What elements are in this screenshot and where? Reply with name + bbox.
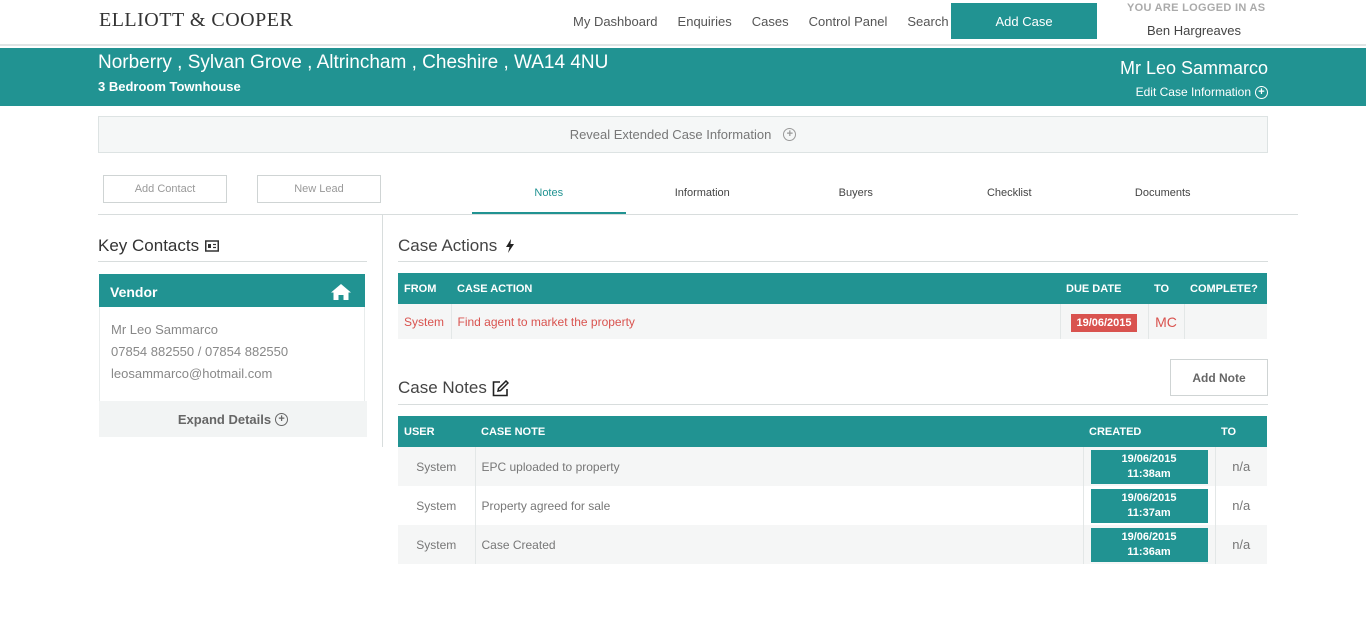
brand-logo[interactable]: ELLIOTT & COOPER bbox=[99, 9, 293, 32]
created-time: 11:36am bbox=[1127, 545, 1171, 558]
col-from: FROM bbox=[398, 273, 451, 304]
add-contact-button[interactable]: Add Contact bbox=[103, 175, 227, 203]
tab-information[interactable]: Information bbox=[626, 176, 780, 214]
note-user: System bbox=[398, 447, 476, 486]
action-to: MC bbox=[1148, 304, 1185, 339]
col-created: CREATED bbox=[1083, 416, 1215, 447]
top-navbar: ELLIOTT & COOPER My Dashboard Enquiries … bbox=[0, 0, 1366, 46]
logged-in-label: YOU ARE LOGGED IN AS bbox=[1127, 2, 1266, 14]
table-row[interactable]: System Case Created 19/06/2015 11:36am n/… bbox=[398, 525, 1267, 564]
nav-search[interactable]: Search bbox=[907, 14, 948, 29]
action-text[interactable]: Find agent to market the property bbox=[451, 304, 1061, 339]
case-notes-table: USER CASE NOTE CREATED TO System EPC upl… bbox=[398, 416, 1267, 564]
note-user: System bbox=[398, 486, 476, 525]
note-created-cell: 19/06/2015 11:36am bbox=[1083, 525, 1216, 564]
table-row[interactable]: System Find agent to market the property… bbox=[398, 304, 1267, 339]
vendor-phone: 07854 882550 / 07854 882550 bbox=[111, 344, 289, 359]
case-actions-divider bbox=[398, 261, 1268, 262]
add-case-button[interactable]: Add Case bbox=[951, 3, 1097, 39]
note-text: Case Created bbox=[475, 525, 1084, 564]
note-to: n/a bbox=[1232, 498, 1251, 513]
table-row[interactable]: System Property agreed for sale 19/06/20… bbox=[398, 486, 1267, 525]
note-to: n/a bbox=[1215, 447, 1267, 486]
reveal-extended-info[interactable]: Reveal Extended Case Information + bbox=[98, 116, 1268, 153]
vendor-name: Mr Leo Sammarco bbox=[111, 322, 218, 337]
note-text: EPC uploaded to property bbox=[475, 447, 1084, 486]
nav-enquiries[interactable]: Enquiries bbox=[678, 14, 732, 29]
vendor-label: Vendor bbox=[110, 284, 158, 300]
case-header: Norberry , Sylvan Grove , Altrincham , C… bbox=[0, 48, 1366, 106]
home-icon bbox=[331, 284, 351, 300]
case-actions-title: Case Actions bbox=[398, 236, 498, 255]
plus-circle-icon: + bbox=[1255, 85, 1268, 99]
created-time: 11:37am bbox=[1127, 506, 1171, 519]
col-to: TO bbox=[1148, 273, 1184, 304]
tab-notes[interactable]: Notes bbox=[472, 176, 626, 214]
logged-in-user[interactable]: Ben Hargreaves bbox=[1147, 23, 1241, 38]
property-type: 3 Bedroom Townhouse bbox=[98, 79, 241, 94]
created-badge: 19/06/2015 11:36am bbox=[1090, 527, 1208, 562]
note-created-cell: 19/06/2015 11:38am bbox=[1083, 447, 1216, 486]
col-user: USER bbox=[398, 416, 475, 447]
expand-details-button[interactable]: Expand Details + bbox=[99, 401, 367, 437]
key-contacts-title: Key Contacts bbox=[98, 236, 200, 255]
created-time: 11:38am bbox=[1127, 467, 1171, 480]
table-row[interactable]: System EPC uploaded to property 19/06/20… bbox=[398, 447, 1267, 486]
edit-case-info-link[interactable]: Edit Case Information + bbox=[1136, 85, 1268, 99]
col-complete: COMPLETE? bbox=[1184, 273, 1267, 304]
case-tabs: Notes Information Buyers Checklist Docum… bbox=[472, 176, 1240, 214]
action-due-cell: 19/06/2015 bbox=[1060, 304, 1149, 339]
col-case-action: CASE ACTION bbox=[451, 273, 1060, 304]
col-case-note: CASE NOTE bbox=[475, 416, 1083, 447]
plus-circle-icon: + bbox=[783, 128, 797, 141]
edit-icon bbox=[492, 379, 509, 396]
created-badge: 19/06/2015 11:38am bbox=[1090, 449, 1208, 484]
case-notes-header-row: USER CASE NOTE CREATED TO bbox=[398, 416, 1267, 447]
column-divider bbox=[382, 215, 383, 447]
lightning-icon bbox=[506, 239, 515, 253]
case-notes-title: Case Notes bbox=[398, 378, 487, 397]
col-note-to: TO bbox=[1215, 416, 1267, 447]
created-date: 19/06/2015 bbox=[1121, 530, 1177, 543]
vendor-card-body: Mr Leo Sammarco 07854 882550 / 07854 882… bbox=[99, 307, 365, 401]
edit-case-info-label: Edit Case Information bbox=[1135, 85, 1251, 99]
key-contacts-heading: Key Contacts bbox=[98, 236, 220, 256]
case-address: Norberry , Sylvan Grove , Altrincham , C… bbox=[98, 52, 609, 73]
contact-card-icon bbox=[205, 240, 220, 252]
vendor-card-header: Vendor bbox=[99, 274, 365, 307]
tab-checklist[interactable]: Checklist bbox=[933, 176, 1087, 214]
due-date-badge: 19/06/2015 bbox=[1071, 313, 1137, 332]
nav-my-dashboard[interactable]: My Dashboard bbox=[573, 14, 658, 29]
reveal-label: Reveal Extended Case Information bbox=[569, 127, 772, 142]
created-badge: 19/06/2015 11:37am bbox=[1090, 488, 1208, 523]
add-note-button[interactable]: Add Note bbox=[1170, 359, 1268, 396]
key-contacts-divider bbox=[98, 261, 367, 262]
case-notes-divider bbox=[398, 404, 1268, 405]
client-name: Mr Leo Sammarco bbox=[1119, 58, 1268, 78]
case-notes-heading: Case Notes bbox=[398, 378, 509, 398]
new-lead-button[interactable]: New Lead bbox=[257, 175, 381, 203]
note-text: Property agreed for sale bbox=[475, 486, 1084, 525]
main-nav: My Dashboard Enquiries Cases Control Pan… bbox=[573, 14, 969, 29]
action-complete-cell[interactable] bbox=[1184, 304, 1267, 339]
vendor-email[interactable]: leosammarco@hotmail.com bbox=[111, 366, 364, 381]
tab-divider bbox=[98, 214, 1298, 215]
nav-control-panel[interactable]: Control Panel bbox=[809, 14, 888, 29]
tab-documents[interactable]: Documents bbox=[1086, 176, 1240, 214]
case-actions-header-row: FROM CASE ACTION DUE DATE TO COMPLETE? bbox=[398, 273, 1267, 304]
action-from: System bbox=[398, 304, 452, 339]
created-date: 19/06/2015 bbox=[1121, 452, 1177, 465]
case-actions-table: FROM CASE ACTION DUE DATE TO COMPLETE? S… bbox=[398, 273, 1267, 339]
expand-details-label: Expand Details bbox=[177, 411, 272, 427]
tab-buyers[interactable]: Buyers bbox=[779, 176, 933, 214]
nav-cases[interactable]: Cases bbox=[752, 14, 789, 29]
note-to: n/a bbox=[1215, 525, 1267, 564]
case-actions-heading: Case Actions bbox=[398, 236, 515, 256]
note-created-cell: 19/06/2015 11:37am bbox=[1083, 486, 1216, 525]
created-date: 19/06/2015 bbox=[1121, 491, 1177, 504]
col-due-date: DUE DATE bbox=[1060, 273, 1148, 304]
plus-circle-icon: + bbox=[275, 412, 289, 426]
note-user: System bbox=[398, 525, 476, 564]
